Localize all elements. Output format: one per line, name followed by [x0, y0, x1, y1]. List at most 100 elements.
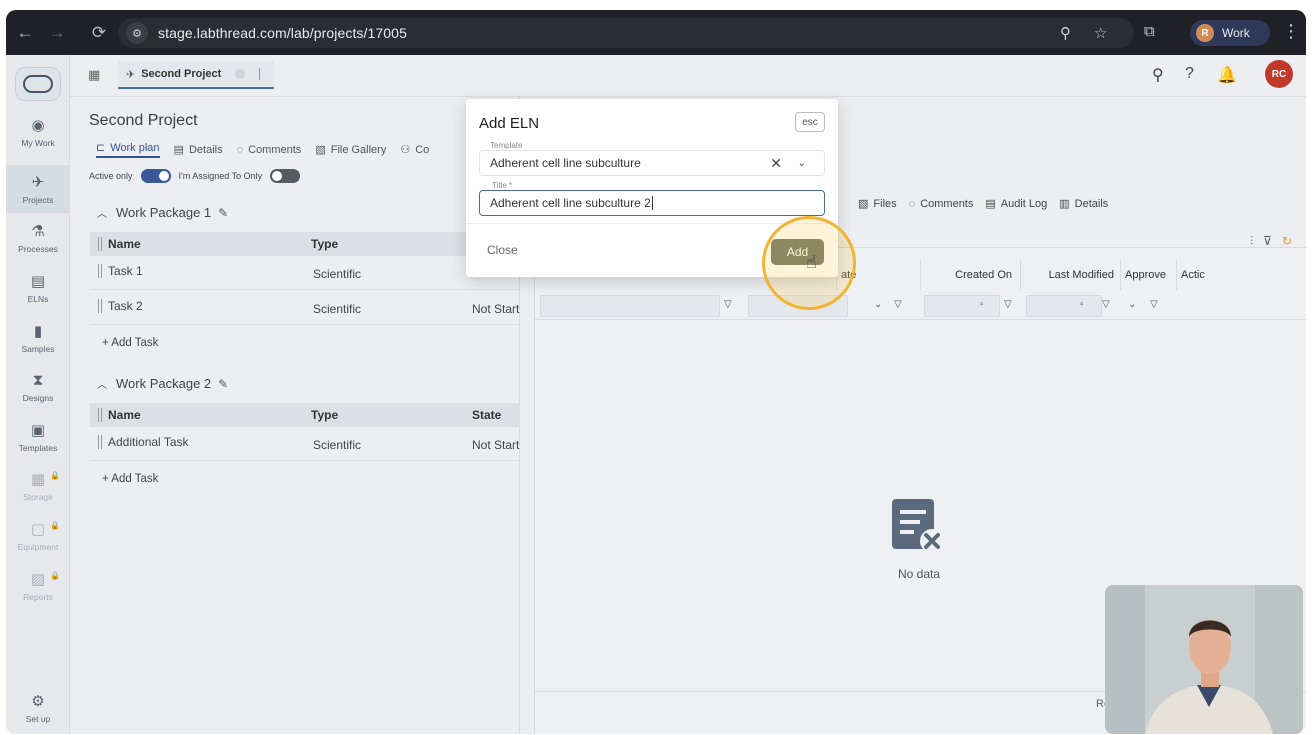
lock-icon: 🔒	[50, 521, 60, 530]
nav-elns[interactable]: ▤ ELNs	[6, 273, 70, 304]
details-icon: ▤	[173, 144, 184, 156]
drag-handle-icon[interactable]	[98, 237, 102, 251]
tab-files[interactable]: ▧ Files	[858, 197, 897, 211]
esc-button[interactable]: esc	[795, 112, 825, 132]
back-arrow-icon[interactable]: ←	[12, 20, 38, 46]
tab-divider	[259, 68, 261, 80]
template-label: Template	[490, 141, 523, 150]
storage-icon: ▦	[30, 471, 46, 488]
tab-file-gallery[interactable]: ▧ File Gallery	[315, 143, 386, 157]
comment-icon: ◌	[908, 197, 916, 210]
calendar-icon[interactable]: ▫	[1080, 299, 1084, 310]
drag-handle-icon[interactable]	[98, 299, 102, 313]
calendar-icon[interactable]: ▫	[980, 299, 984, 310]
profile-chip[interactable]: R Work	[1190, 20, 1270, 46]
presenter-video	[1105, 585, 1303, 734]
toggle-assigned-only[interactable]	[270, 169, 301, 183]
help-icon[interactable]: ?	[1185, 65, 1194, 83]
tab-comments[interactable]: ◌ Comments	[237, 144, 302, 156]
table-row[interactable]: Task 2 Scientific Not Start	[90, 291, 520, 325]
tab-details[interactable]: ▥ Details	[1059, 197, 1108, 211]
column-header-created-on[interactable]: Created On	[920, 260, 1020, 290]
tab-status-dot	[235, 69, 246, 79]
browser-toolbar: ← → ⟳ ⚙ stage.labthread.com/lab/projects…	[6, 10, 1306, 55]
bookmark-star-icon[interactable]: ☆	[1094, 24, 1107, 42]
drag-handle-icon[interactable]	[98, 435, 102, 449]
search-icon[interactable]: ⚲	[1152, 65, 1164, 85]
nav-designs[interactable]: ⧗ Designs	[6, 372, 70, 403]
bell-icon[interactable]: 🔔	[1217, 65, 1237, 85]
chevron-down-icon[interactable]: ⌄	[798, 158, 806, 169]
chevron-down-icon[interactable]: ⌄	[874, 299, 882, 310]
tab-audit-log[interactable]: ▤ Audit Log	[985, 197, 1047, 211]
chevron-down-icon[interactable]: ⌄	[1128, 299, 1136, 310]
nav-projects[interactable]: ✈ Projects	[6, 165, 70, 213]
tab-details[interactable]: ▤ Details	[173, 143, 223, 157]
site-settings-icon[interactable]: ⚙	[126, 22, 148, 44]
tab-work-plan[interactable]: ⊏ Work plan	[96, 141, 160, 158]
left-nav: ◉ My Work ✈ Projects ⚗ Processes ▤ ELNs …	[6, 55, 70, 734]
dialog-title: Add ELN	[479, 115, 540, 132]
drag-handle-icon[interactable]	[98, 408, 102, 422]
title-input[interactable]: Adherent cell line subculture 2	[479, 190, 825, 216]
drag-handle-icon[interactable]	[98, 264, 102, 278]
chevron-up-icon[interactable]: ︿	[97, 376, 107, 391]
table-row[interactable]: Task 1 Scientific	[90, 256, 520, 290]
filter-toggles: Active only I'm Assigned To Only	[89, 169, 308, 183]
reload-icon[interactable]: ⟳	[86, 20, 112, 46]
filter-icon[interactable]: ▽	[1150, 299, 1158, 310]
file-icon: ▧	[858, 198, 869, 210]
toggle-active-only[interactable]	[140, 169, 171, 183]
app-logo[interactable]	[15, 67, 61, 101]
zoom-icon[interactable]: ⚲	[1060, 24, 1071, 42]
table-row[interactable]: Additional Task Scientific Not Start	[90, 427, 520, 461]
tab-second-project[interactable]: ✈ Second Project	[118, 61, 274, 89]
close-icon[interactable]: ✕	[770, 155, 782, 172]
user-circle-icon: ◉	[31, 117, 45, 134]
profile-avatar: R	[1196, 24, 1214, 42]
filter-icon[interactable]: ▽	[894, 299, 902, 310]
filter-icon[interactable]: ▽	[1102, 299, 1110, 310]
profile-label: Work	[1222, 26, 1250, 40]
work-package-1-header[interactable]: ︿ Work Package 1 ✎	[97, 205, 228, 220]
filter-input[interactable]	[540, 295, 720, 317]
forward-arrow-icon[interactable]: →	[44, 20, 70, 46]
apps-grid-icon[interactable]: ▦	[88, 67, 100, 83]
date-filter-input[interactable]	[1026, 295, 1102, 317]
address-bar[interactable]: ⚙ stage.labthread.com/lab/projects/17005…	[118, 18, 1134, 48]
no-data-label: No data	[898, 567, 941, 581]
filter-icon[interactable]: ▽	[724, 299, 732, 310]
filter-icon[interactable]: ▽	[1004, 299, 1012, 310]
add-task-button[interactable]: + Add Task	[102, 473, 158, 485]
tab-co[interactable]: ⚇ Co	[400, 143, 429, 157]
nav-processes[interactable]: ⚗ Processes	[6, 223, 70, 254]
nav-storage: ▦ 🔒 Storage	[23, 471, 60, 502]
column-header-approve[interactable]: Approve	[1120, 260, 1176, 290]
template-select[interactable]: Adherent cell line subculture ✕ ⌄	[479, 150, 825, 176]
column-header-actions[interactable]: Actic	[1176, 260, 1220, 290]
toggle-active-only-label: Active only	[89, 171, 133, 181]
close-button[interactable]: Close	[487, 243, 518, 257]
reports-icon: ▨	[30, 571, 46, 588]
webcam-overlay	[1105, 585, 1303, 734]
user-avatar[interactable]: RC	[1265, 60, 1293, 88]
nav-setup[interactable]: ⚙ Set up	[6, 693, 70, 724]
equipment-icon: ▢	[30, 521, 46, 538]
date-filter-input[interactable]	[924, 295, 1000, 317]
chevron-up-icon[interactable]: ︿	[97, 205, 107, 220]
nav-templates[interactable]: ▣ Templates	[6, 422, 70, 453]
nav-samples[interactable]: ▮ Samples	[6, 323, 70, 354]
template-value: Adherent cell line subculture	[490, 156, 641, 170]
table-header: Name Type	[90, 232, 520, 256]
add-task-button[interactable]: + Add Task	[102, 337, 158, 349]
hourglass-icon: ⧗	[32, 372, 44, 389]
pencil-icon[interactable]: ✎	[218, 377, 228, 391]
column-header-last-modified[interactable]: Last Modified	[1020, 260, 1120, 290]
nav-my-work[interactable]: ◉ My Work	[6, 117, 70, 148]
pencil-icon[interactable]: ✎	[218, 206, 228, 220]
extensions-icon[interactable]: ⧉	[1144, 23, 1155, 40]
tab-comments[interactable]: ◌ Comments	[909, 198, 974, 210]
work-package-2-header[interactable]: ︿ Work Package 2 ✎	[97, 376, 228, 391]
no-data-icon	[892, 499, 944, 553]
browser-menu-icon[interactable]: ⋮	[1282, 21, 1300, 42]
